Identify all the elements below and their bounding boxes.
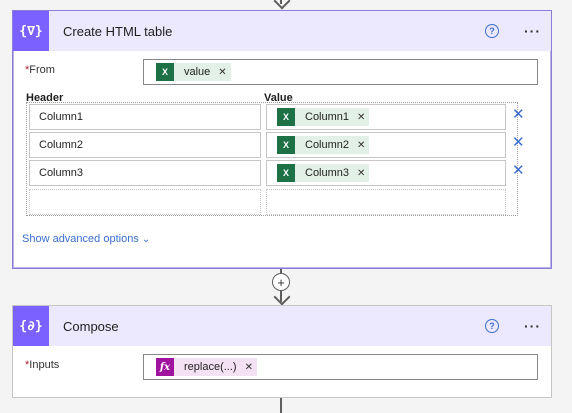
token-remove-icon[interactable]: ✕: [357, 140, 365, 151]
from-token[interactable]: X value ✕: [156, 63, 231, 81]
new-row-value[interactable]: [266, 189, 506, 215]
bottom-connector: [280, 398, 282, 413]
value-token-3[interactable]: X Column3 ✕: [277, 164, 370, 182]
from-input[interactable]: X value ✕: [143, 59, 538, 85]
table-row-header-2[interactable]: Column2: [29, 132, 261, 158]
excel-icon: X: [277, 164, 295, 182]
new-row-header[interactable]: [29, 189, 261, 215]
inputs-input[interactable]: fx replace(...) ✕: [143, 354, 538, 380]
show-advanced-options-link[interactable]: Show advanced options ⌄: [22, 233, 150, 245]
table-row-value-1[interactable]: X Column1 ✕: [266, 104, 506, 130]
delete-row-2-icon[interactable]: ✕: [512, 133, 525, 151]
inputs-token[interactable]: fx replace(...) ✕: [156, 358, 257, 376]
middle-arrow: [273, 288, 291, 306]
value-token-2[interactable]: X Column2 ✕: [277, 136, 370, 154]
card-title[interactable]: Create HTML table: [63, 24, 172, 39]
table-row-value-2[interactable]: X Column2 ✕: [266, 132, 506, 158]
token-remove-icon[interactable]: ✕: [218, 67, 226, 78]
excel-icon: X: [277, 136, 295, 154]
token-remove-icon[interactable]: ✕: [245, 362, 253, 373]
token-remove-icon[interactable]: ✕: [357, 168, 365, 179]
from-label: *From: [25, 64, 55, 76]
create-html-table-card[interactable]: {∇} Create HTML table ? ··· *From X valu…: [12, 10, 552, 269]
delete-row-3-icon[interactable]: ✕: [512, 161, 525, 179]
inputs-label: *Inputs: [25, 359, 60, 371]
help-icon[interactable]: ?: [485, 319, 499, 333]
excel-icon: X: [156, 63, 174, 81]
help-icon[interactable]: ?: [485, 24, 499, 38]
table-row-value-3[interactable]: X Column3 ✕: [266, 160, 506, 186]
token-remove-icon[interactable]: ✕: [357, 112, 365, 123]
data-operation-icon: {∇}: [13, 11, 49, 51]
token-label: value: [184, 66, 211, 78]
fx-icon: fx: [156, 358, 174, 376]
top-arrow: [273, 0, 291, 10]
excel-icon: X: [277, 108, 295, 126]
table-row-header-3[interactable]: Column3: [29, 160, 261, 186]
card-title[interactable]: Compose: [63, 319, 119, 334]
token-label: replace(...): [184, 361, 237, 373]
card-header[interactable]: {∇} Create HTML table ? ···: [13, 11, 551, 51]
value-token-1[interactable]: X Column1 ✕: [277, 108, 370, 126]
table-row-header-1[interactable]: Column1: [29, 104, 261, 130]
data-operation-icon: {∂}: [13, 306, 49, 346]
compose-card[interactable]: {∂} Compose ? ··· *Inputs fx replace(...…: [12, 305, 552, 398]
more-options-icon[interactable]: ···: [524, 318, 541, 334]
card-header[interactable]: {∂} Compose ? ···: [13, 306, 551, 346]
more-options-icon[interactable]: ···: [524, 23, 541, 39]
chevron-down-icon: ⌄: [141, 234, 151, 245]
delete-row-1-icon[interactable]: ✕: [512, 105, 525, 123]
